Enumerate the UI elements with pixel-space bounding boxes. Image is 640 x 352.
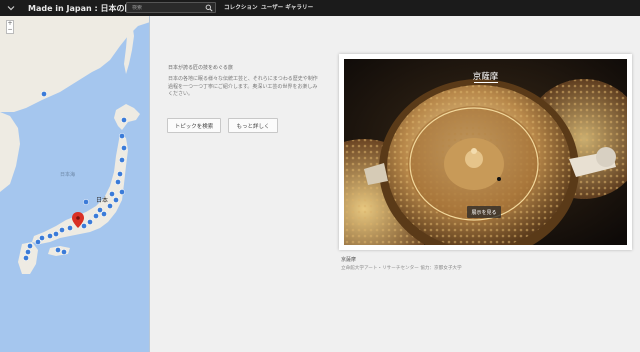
location-marker[interactable] (53, 231, 59, 237)
location-marker[interactable] (109, 191, 115, 197)
chevron-down-icon[interactable] (4, 0, 18, 16)
location-marker[interactable] (117, 171, 123, 177)
location-marker[interactable] (101, 211, 107, 217)
map-panel[interactable]: 日本海 日本 + − (0, 16, 150, 352)
title-underline (474, 82, 498, 83)
featured-title: 京薩摩 (472, 72, 499, 82)
sea-of-okhotsk (132, 23, 149, 76)
learn-more-button[interactable]: もっと詳しく (228, 118, 278, 133)
caption-title[interactable]: 京薩摩 (341, 256, 462, 263)
location-marker[interactable] (39, 235, 45, 241)
location-marker[interactable] (81, 223, 87, 229)
intro-description: 日本の各地に眠る様々な伝統工芸と、それらにまつわる歴史や制作過程を一つ一つ丁寧に… (168, 76, 318, 97)
location-marker[interactable] (41, 91, 47, 97)
hokkaido-land (114, 104, 140, 130)
location-marker[interactable] (27, 243, 33, 249)
search-input[interactable] (127, 4, 201, 11)
location-marker[interactable] (115, 179, 121, 185)
location-marker[interactable] (23, 255, 29, 261)
search-icon[interactable] (205, 4, 213, 12)
location-marker[interactable] (35, 239, 41, 245)
app-title[interactable]: Made in Japan : 日本の匠 (28, 3, 132, 14)
top-bar: Made in Japan : 日本の匠 コレクション ユーザー ギャラリー (0, 0, 640, 16)
location-marker[interactable] (87, 219, 93, 225)
featured-caption: 京薩摩 立命館大学アート・リサーチセンター 協力：京都女子大学 (341, 256, 462, 271)
intro-buttons: トピックを検索 もっと詳しく (167, 118, 278, 133)
search-topics-button[interactable]: トピックを検索 (167, 118, 221, 133)
view-exhibit-button[interactable]: 展示を見る (467, 206, 501, 218)
location-marker[interactable] (55, 247, 61, 253)
intro-heading: 日本が誇る匠の技をめぐる旅 (168, 65, 233, 71)
japan-map[interactable]: 日本海 日本 (0, 16, 150, 352)
location-marker[interactable] (121, 145, 127, 151)
location-marker[interactable] (119, 133, 125, 139)
nav-user-gallery[interactable]: ユーザー ギャラリー (261, 3, 313, 11)
location-marker[interactable] (25, 249, 31, 255)
sea-label: 日本海 (60, 171, 75, 178)
location-marker[interactable] (107, 203, 113, 209)
korea-land (0, 112, 20, 192)
location-marker[interactable] (119, 189, 125, 195)
location-marker[interactable] (47, 233, 53, 239)
intro-panel: 日本が誇る匠の技をめぐる旅 日本の各地に眠る様々な伝統工芸と、それらにまつわる歴… (168, 64, 318, 99)
location-marker[interactable] (61, 249, 67, 255)
location-marker[interactable] (59, 227, 65, 233)
location-marker[interactable] (67, 225, 73, 231)
featured-card[interactable]: 京薩摩 展示を見る (339, 54, 632, 250)
location-marker[interactable] (97, 207, 103, 213)
caption-credit: 立命館大学アート・リサーチセンター 協力：京都女子大学 (341, 266, 462, 271)
location-marker[interactable] (113, 197, 119, 203)
honshu-land (32, 134, 128, 244)
zoom-out-button[interactable]: − (7, 27, 13, 33)
country-label: 日本 (96, 196, 108, 204)
zoom-control[interactable]: + − (6, 20, 14, 34)
nav-collections[interactable]: コレクション (224, 3, 258, 11)
location-marker[interactable] (119, 157, 125, 163)
location-marker[interactable] (121, 117, 127, 123)
search-box[interactable] (126, 2, 216, 13)
location-marker[interactable] (83, 199, 89, 205)
location-marker[interactable] (93, 213, 99, 219)
